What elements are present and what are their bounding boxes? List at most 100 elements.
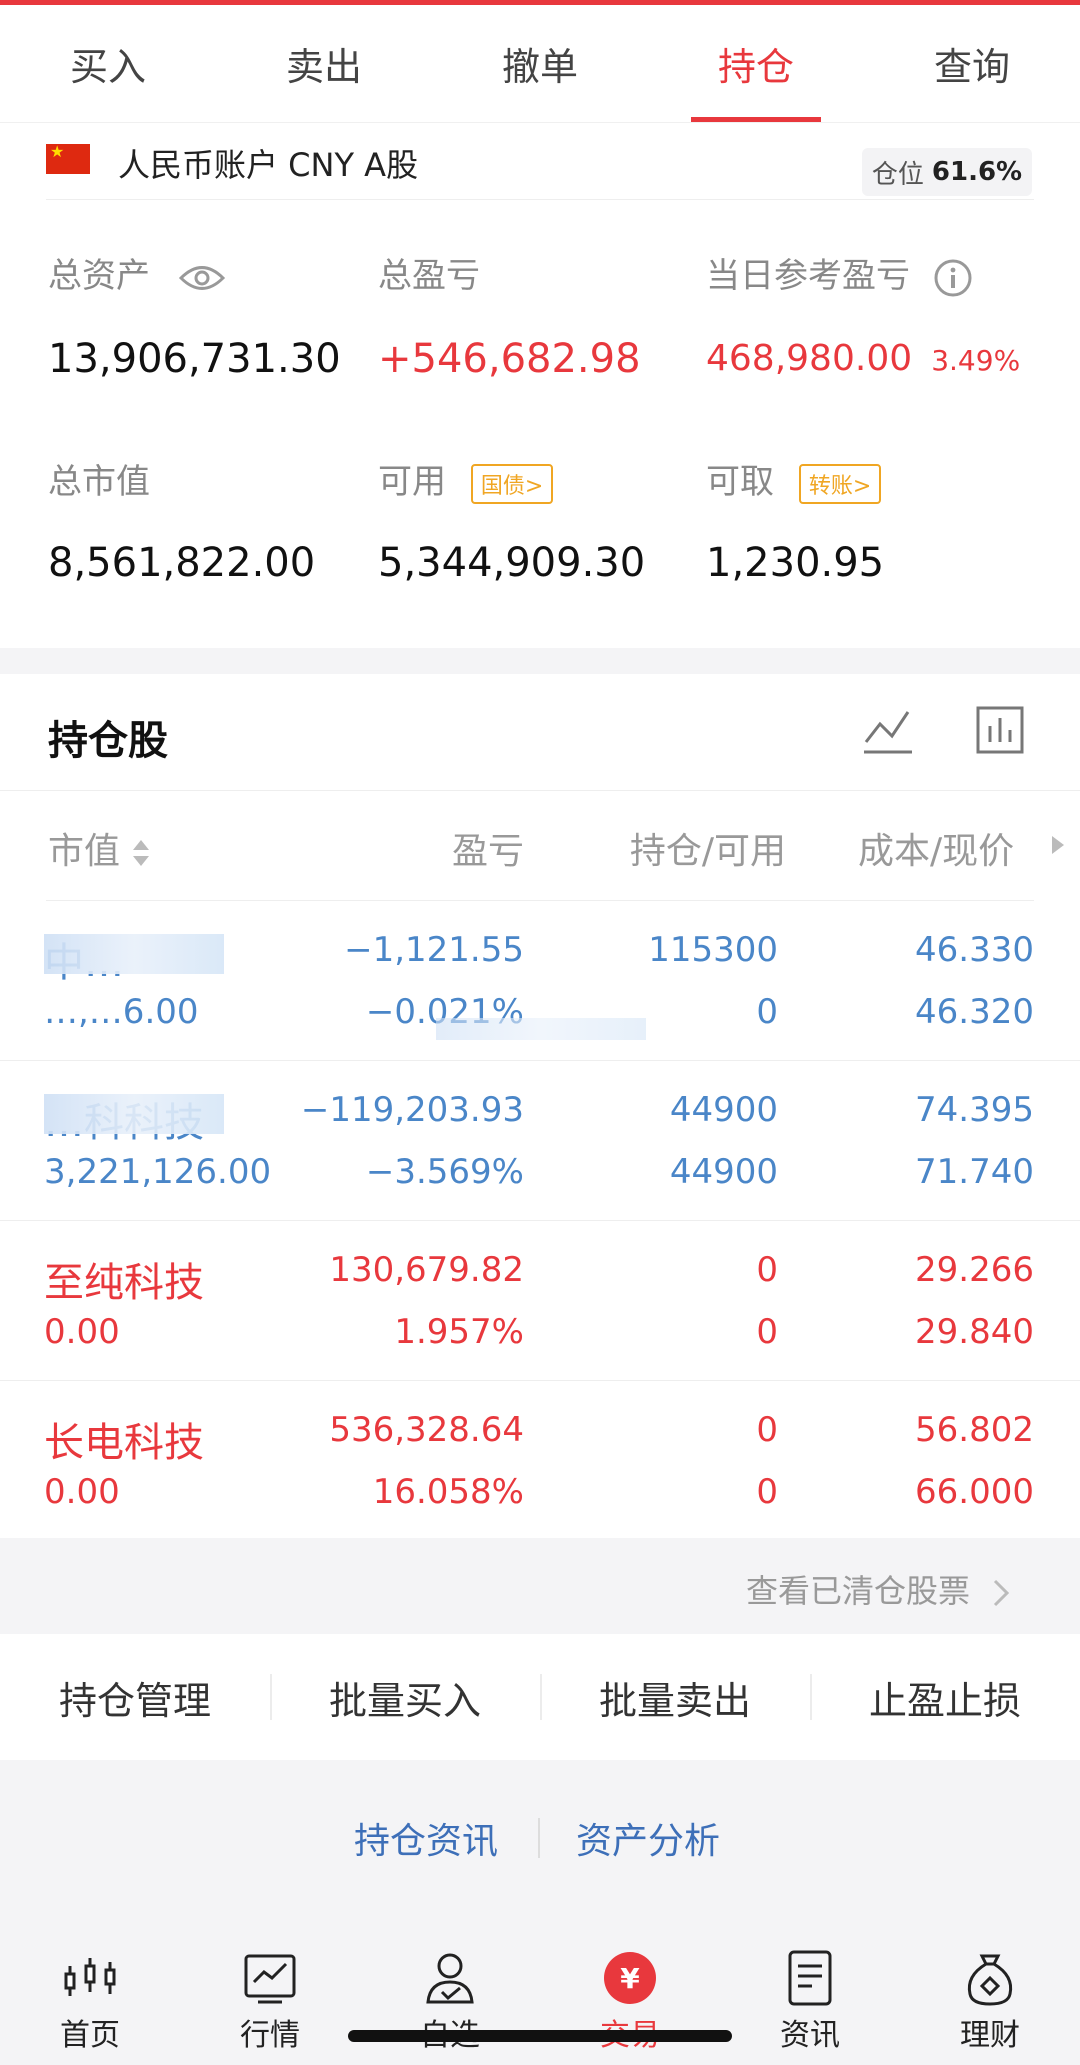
links-area <box>0 1760 1080 1910</box>
tab-cancel-order[interactable]: 撤单 <box>432 5 648 122</box>
position-label: 仓位 <box>871 159 924 190</box>
stock-name: 至纯科技 <box>44 1260 204 1306</box>
nav-home[interactable]: 首页 <box>0 1910 180 2065</box>
asset-analysis-link[interactable]: 资产分析 <box>576 1812 720 1864</box>
holdings-management-button[interactable]: 持仓管理 <box>0 1670 270 1725</box>
stock-cost: 56.802 <box>915 1410 1034 1450</box>
view-cleared-stocks-link[interactable]: 查看已清仓股票 <box>746 1566 1010 1612</box>
stock-hold: 44900 <box>669 1090 778 1130</box>
table-row[interactable]: …科科技3,221,126.00−119,203.93−3.569%449004… <box>0 1060 1080 1220</box>
stock-pnl-percent: 16.058% <box>372 1472 524 1512</box>
news-icon <box>788 1950 832 2006</box>
stock-name: 长电科技 <box>44 1420 204 1466</box>
svg-text:¥: ¥ <box>620 1962 640 1995</box>
available-label-group: 可用 国债> <box>378 454 554 504</box>
total-pnl-label: 总盈亏 <box>378 256 480 296</box>
home-indicator[interactable] <box>348 2030 732 2042</box>
stock-price: 29.840 <box>915 1312 1034 1352</box>
table-row[interactable]: 长电科技 0.00 536,328.64 16.058% 0 0 56.802 66.000 <box>0 1380 1080 1540</box>
china-flag-icon <box>46 142 90 174</box>
trade-tabs: 买入 卖出 撤单 持仓 查询 <box>0 5 1080 123</box>
market-value: 8,561,822.00 <box>48 540 316 586</box>
nav-market[interactable]: 行情 <box>180 1910 360 2065</box>
stop-profit-loss-button[interactable]: 止盈止损 <box>810 1670 1080 1725</box>
column-cost-price[interactable]: 成本/现价 <box>858 822 1014 874</box>
home-chart-icon <box>64 1958 116 1996</box>
tab-holdings[interactable]: 持仓 <box>648 5 864 122</box>
nav-label-news: 资讯 <box>780 2018 840 2053</box>
available-label: 可用 <box>378 462 446 502</box>
stock-pnl: 130,679.82 <box>329 1250 524 1290</box>
stock-pnl: −119,203.93 <box>300 1090 524 1130</box>
line-chart-icon[interactable] <box>862 704 914 756</box>
transfer-tag[interactable]: 转账> <box>798 463 882 504</box>
position-ratio-badge: 仓位 61.6% <box>862 148 1032 196</box>
stock-cost: 46.330 <box>915 930 1034 970</box>
divider <box>538 1818 540 1858</box>
batch-sell-button[interactable]: 批量卖出 <box>540 1670 810 1725</box>
nav-label-market: 行情 <box>240 2018 300 2053</box>
redaction-blur <box>44 1094 224 1134</box>
redaction-blur <box>436 1018 646 1040</box>
stock-available: 0 <box>756 1312 778 1352</box>
tab-buy[interactable]: 买入 <box>0 5 216 122</box>
watchlist-icon <box>426 1953 474 2004</box>
nav-wealth[interactable]: 理财 <box>900 1910 1080 2065</box>
stock-price: 66.000 <box>915 1472 1034 1512</box>
stock-pnl: 536,328.64 <box>329 1410 524 1450</box>
daily-pnl-label: 当日参考盈亏 <box>706 248 973 298</box>
section-gap <box>0 648 1080 674</box>
daily-pnl-percent: 3.49% <box>931 344 1021 377</box>
stock-available: 0 <box>756 1472 778 1512</box>
bar-chart-icon[interactable] <box>974 704 1026 756</box>
total-pnl-value: +546,682.98 <box>378 336 641 382</box>
stock-price: 71.740 <box>915 1152 1034 1192</box>
tab-query[interactable]: 查询 <box>864 5 1080 122</box>
total-assets-label: 总资产 <box>48 248 225 297</box>
withdrawable-label: 可取 <box>706 462 774 502</box>
daily-pnl-value: 468,980.00 <box>706 338 913 379</box>
stock-pnl-percent: −3.569% <box>365 1152 524 1192</box>
column-hold-available[interactable]: 持仓/可用 <box>560 822 786 874</box>
divider <box>46 199 1034 200</box>
tab-sell[interactable]: 卖出 <box>216 5 432 122</box>
nav-label-wealth: 理财 <box>960 2018 1020 2053</box>
table-row[interactable]: 中……,…6.00−1,121.55−0.021%115300046.33046… <box>0 900 1080 1060</box>
stock-market-value: 0.00 <box>44 1312 120 1352</box>
stock-hold: 0 <box>756 1250 778 1290</box>
trade-yuan-icon: ¥ <box>604 1952 656 2004</box>
stock-market-value: …,…6.00 <box>44 992 199 1032</box>
account-label[interactable]: 人民币账户 CNY A股 <box>118 140 418 186</box>
table-row[interactable]: 至纯科技 0.00 130,679.82 1.957% 0 0 29.266 29.840 <box>0 1220 1080 1380</box>
stock-pnl-percent: 1.957% <box>394 1312 524 1352</box>
total-assets-value: 13,906,731.30 <box>48 336 341 382</box>
withdrawable-label-group: 可取 转账> <box>706 454 882 504</box>
wealth-icon <box>967 1954 1013 2006</box>
chevron-right-icon <box>994 1579 1010 1607</box>
action-bar: 持仓管理 批量买入 批量卖出 止盈止损 <box>0 1634 1080 1760</box>
stock-price: 46.320 <box>915 992 1034 1032</box>
stock-available: 44900 <box>669 1152 778 1192</box>
redaction-blur <box>44 934 224 974</box>
column-market-value[interactable]: 市值 <box>48 822 151 874</box>
holdings-title: 持仓股 <box>48 718 168 764</box>
stock-market-value: 3,221,126.00 <box>44 1152 272 1192</box>
position-value: 61.6% <box>931 157 1023 187</box>
stock-hold: 0 <box>756 1410 778 1450</box>
nav-news[interactable]: 资讯 <box>720 1910 900 2065</box>
market-icon <box>244 1954 296 2004</box>
scroll-right-icon[interactable] <box>1050 834 1066 856</box>
stock-market-value: 0.00 <box>44 1472 120 1512</box>
withdrawable-value: 1,230.95 <box>706 540 885 586</box>
column-pnl[interactable]: 盈亏 <box>330 822 524 874</box>
info-icon[interactable] <box>933 258 973 298</box>
stock-cost: 74.395 <box>915 1090 1034 1130</box>
nav-label-home: 首页 <box>60 2018 120 2053</box>
available-value: 5,344,909.30 <box>378 540 646 586</box>
divider <box>0 1380 1080 1381</box>
batch-buy-button[interactable]: 批量买入 <box>270 1670 540 1725</box>
treasury-bond-tag[interactable]: 国债> <box>470 463 554 504</box>
holdings-news-link[interactable]: 持仓资讯 <box>354 1812 498 1864</box>
eye-icon[interactable] <box>178 263 225 293</box>
stock-pnl: −1,121.55 <box>344 930 524 970</box>
